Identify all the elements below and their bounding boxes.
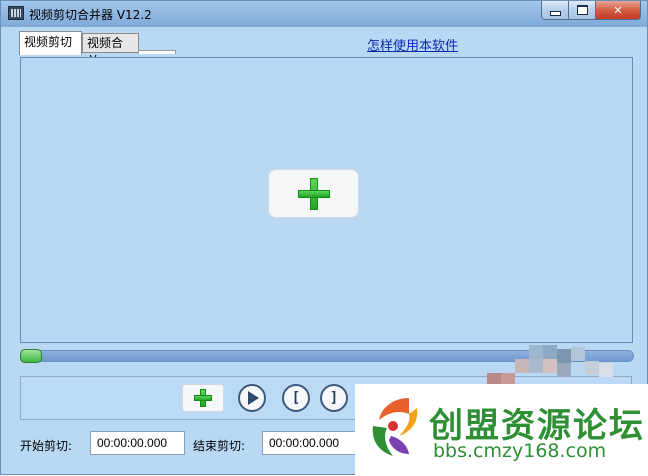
timeline-slider-thumb[interactable]: [20, 349, 42, 363]
watermark-logo: [372, 398, 418, 456]
set-end-button[interactable]: ]: [320, 384, 348, 412]
minimize-button[interactable]: [541, 1, 569, 20]
window-controls: ✕: [541, 1, 641, 21]
add-file-button[interactable]: [182, 384, 224, 412]
film-icon: [8, 6, 24, 20]
end-cut-field[interactable]: 00:00:00.000: [262, 431, 357, 455]
tab-label: 视频剪切: [24, 35, 73, 49]
app-window: 视频剪切合并器 V12.2 ✕ 视频剪切 视频合并 怎样使用本软件 [: [0, 0, 648, 476]
help-link[interactable]: 怎样使用本软件: [367, 35, 458, 54]
maximize-icon: [576, 5, 588, 15]
tab-video-cut[interactable]: 视频剪切: [19, 31, 82, 55]
window-title: 视频剪切合并器 V12.2: [29, 8, 152, 22]
plus-icon: [297, 177, 330, 210]
set-start-button[interactable]: [: [282, 384, 310, 412]
minimize-icon: [549, 10, 561, 16]
maximize-button[interactable]: [569, 1, 596, 20]
tab-strip-divider: [138, 50, 176, 54]
play-icon: [248, 391, 259, 405]
start-cut-field[interactable]: 00:00:00.000: [90, 431, 185, 455]
pixelated-overlay: [463, 341, 643, 387]
close-button[interactable]: ✕: [596, 1, 641, 20]
start-cut-label: 开始剪切:: [20, 439, 73, 453]
bracket-left-icon: [: [291, 390, 301, 406]
watermark: 创盟资源论坛 bbs.cmzy168.com: [355, 384, 648, 476]
video-preview-area[interactable]: [20, 57, 633, 343]
plus-icon: [194, 389, 212, 407]
add-video-button[interactable]: [268, 169, 359, 218]
title-bar[interactable]: 视频剪切合并器 V12.2 ✕: [1, 1, 647, 27]
play-button[interactable]: [238, 384, 266, 412]
watermark-url: bbs.cmzy168.com: [433, 440, 607, 462]
end-cut-label: 结束剪切:: [193, 439, 246, 453]
bracket-right-icon: ]: [329, 390, 339, 406]
tab-video-merge[interactable]: 视频合并: [82, 33, 139, 68]
close-icon: ✕: [613, 3, 623, 17]
